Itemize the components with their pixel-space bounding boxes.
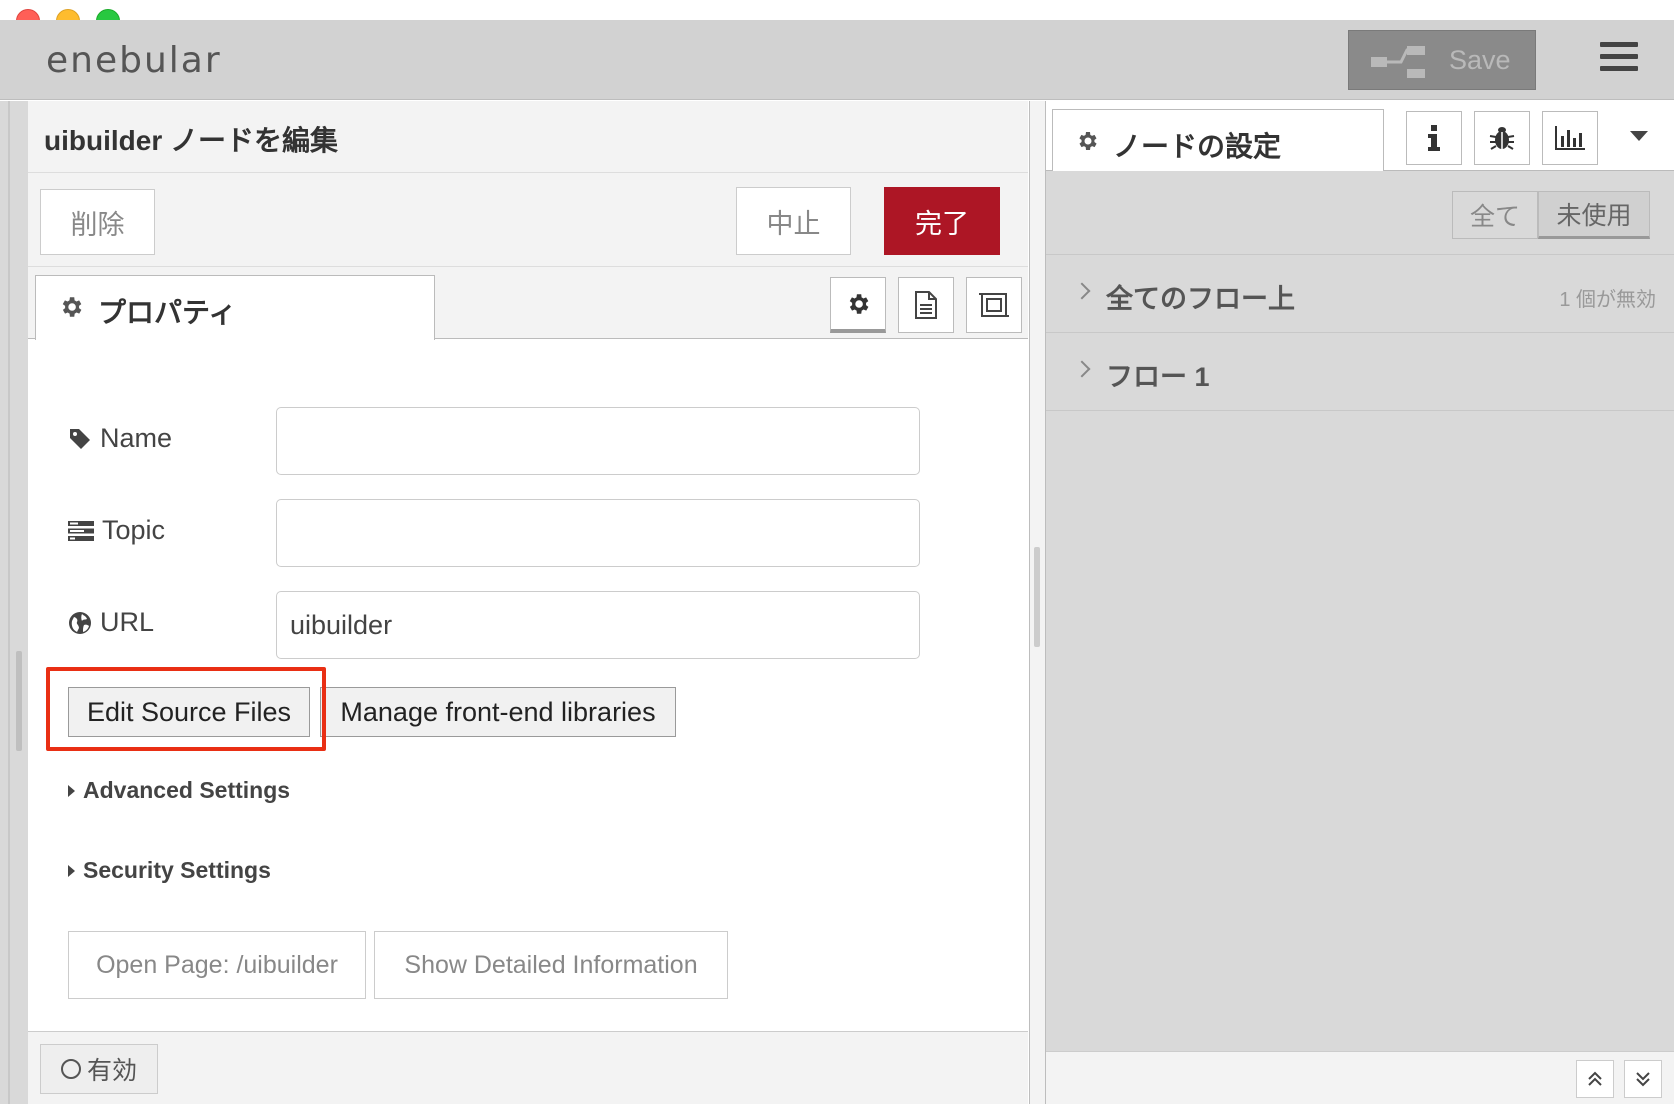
bar-chart-icon	[1555, 126, 1585, 150]
resize-handle[interactable]	[16, 651, 22, 751]
tray-title: uibuilder ノードを編集	[44, 125, 339, 156]
panel-divider	[1030, 101, 1046, 1104]
caret-right-icon	[68, 784, 75, 797]
tray-tabs: プロパティ	[28, 267, 1028, 340]
app-header: enebular Save	[0, 20, 1674, 100]
bug-icon	[1489, 127, 1515, 150]
tray-toolbar: 削除 中止 完了	[28, 173, 1028, 267]
caret-down-icon[interactable]	[1630, 131, 1648, 141]
double-chevron-down-icon	[1636, 1072, 1650, 1087]
tray-header: uibuilder ノードを編集	[28, 101, 1028, 173]
chevron-right-icon	[1073, 360, 1091, 378]
url-row: URL	[28, 591, 1028, 659]
topic-row: Topic	[28, 499, 1028, 567]
sidebar-resize-handle[interactable]	[1034, 547, 1040, 647]
appearance-icon	[979, 293, 1009, 317]
name-input[interactable]	[276, 407, 920, 475]
done-button[interactable]: 完了	[884, 187, 1000, 255]
advanced-settings-toggle[interactable]: Advanced Settings	[68, 777, 290, 804]
tab-node-config[interactable]: ノードの設定	[1052, 109, 1384, 171]
double-chevron-up-icon	[1588, 1071, 1602, 1086]
tab-description[interactable]	[898, 277, 954, 333]
save-label: Save	[1449, 45, 1511, 75]
tab-properties-label: プロパティ	[98, 297, 237, 328]
deploy-icon	[1371, 46, 1425, 78]
tag-icon	[70, 428, 90, 449]
name-row: Name	[28, 407, 1028, 475]
topic-input[interactable]	[276, 499, 920, 567]
tab-dashboard[interactable]	[1542, 111, 1598, 165]
tab-settings[interactable]	[830, 277, 886, 333]
delete-button[interactable]: 削除	[40, 189, 155, 255]
tray-footer: 有効	[28, 1031, 1028, 1104]
enable-toggle-button[interactable]: 有効	[40, 1044, 158, 1094]
list-item-label: フロー 1	[1106, 362, 1210, 392]
tab-info[interactable]	[1406, 111, 1462, 165]
manage-libraries-button[interactable]: Manage front-end libraries	[320, 687, 676, 737]
window-titlebar	[0, 0, 1674, 33]
sidebar-tabs: ノードの設定	[1046, 101, 1674, 171]
sidebar: ノードの設定 全て 未使用 全てのフロー上 1 個が無効 フロー 1	[1046, 101, 1674, 1104]
security-settings-toggle[interactable]: Security Settings	[68, 857, 271, 884]
tab-node-config-label: ノードの設定	[1113, 131, 1282, 162]
topic-label: Topic	[68, 515, 165, 546]
filter-unused-button[interactable]: 未使用	[1538, 191, 1650, 239]
collapse-all-button[interactable]	[1576, 1060, 1614, 1098]
workspace-edge	[0, 101, 28, 1104]
globe-icon	[69, 611, 91, 634]
tab-properties[interactable]: プロパティ	[35, 275, 435, 340]
save-button[interactable]: Save	[1348, 30, 1536, 90]
list-item[interactable]: 全てのフロー上 1 個が無効	[1046, 255, 1674, 333]
open-page-button[interactable]: Open Page: /uibuilder	[68, 931, 366, 999]
expand-all-button[interactable]	[1624, 1060, 1662, 1098]
sidebar-body	[1046, 411, 1674, 1051]
sidebar-footer	[1046, 1051, 1674, 1104]
url-input[interactable]	[276, 591, 920, 659]
info-icon	[1428, 125, 1440, 151]
sidebar-filter: 全て 未使用	[1046, 171, 1674, 255]
tab-appearance[interactable]	[966, 277, 1022, 333]
filter-all-button[interactable]: 全て	[1452, 191, 1538, 239]
show-detailed-info-button[interactable]: Show Detailed Information	[374, 931, 728, 999]
circle-icon	[60, 1059, 81, 1079]
hamburger-menu-icon[interactable]	[1600, 42, 1638, 76]
gear-icon	[1079, 132, 1097, 150]
list-item-label: 全てのフロー上	[1106, 284, 1295, 314]
edit-tray: uibuilder ノードを編集 削除 中止 完了 プロパティ Name Top…	[28, 101, 1030, 1104]
tasks-icon	[68, 520, 94, 541]
list-item[interactable]: フロー 1	[1046, 333, 1674, 411]
highlight-box	[46, 667, 326, 751]
gear-icon	[849, 293, 869, 314]
list-item-count: 1 個が無効	[1559, 289, 1656, 311]
cancel-button[interactable]: 中止	[736, 187, 851, 255]
caret-right-icon	[68, 864, 75, 877]
document-icon	[915, 291, 937, 319]
chevron-right-icon	[1073, 282, 1091, 300]
app-logo: enebular	[46, 40, 222, 81]
tab-debug[interactable]	[1474, 111, 1530, 165]
url-label: URL	[68, 607, 154, 638]
name-label: Name	[68, 423, 172, 454]
gear-icon	[62, 297, 82, 317]
